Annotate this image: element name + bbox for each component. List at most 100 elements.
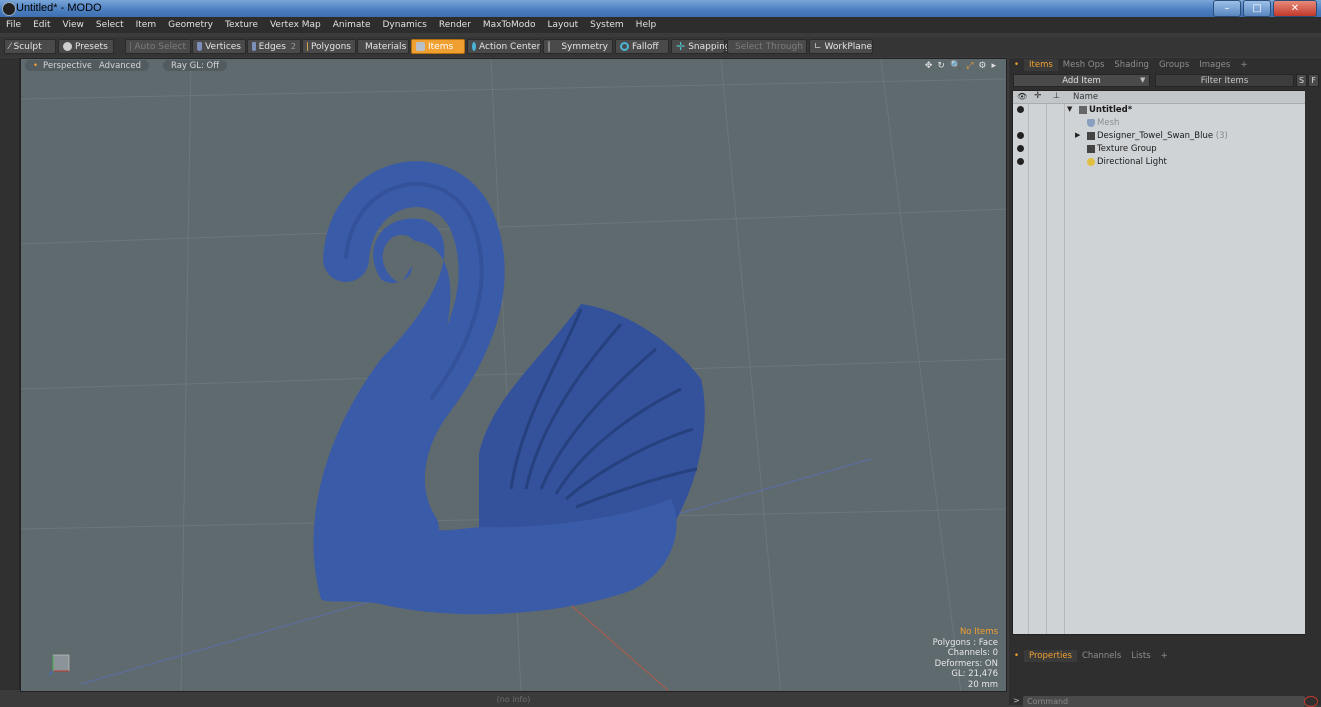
symmetry-button[interactable]: Symmetry: [543, 39, 613, 54]
menu-help[interactable]: Help: [630, 20, 663, 30]
expand-arrow-icon[interactable]: ▶: [1075, 131, 1080, 139]
menu-system[interactable]: System: [584, 20, 630, 30]
menu-geometry[interactable]: Geometry: [162, 20, 219, 30]
eye-icon[interactable]: [1017, 132, 1024, 139]
menu-layout[interactable]: Layout: [542, 20, 585, 30]
maximize-button[interactable]: □: [1243, 0, 1271, 17]
add-item-button[interactable]: Add Item: [1013, 74, 1150, 87]
tab-properties[interactable]: Properties: [1024, 650, 1077, 662]
viewport-nav-icons: ✥ ↻ 🔍 ⤢ ⚙ ▸: [925, 61, 996, 71]
tab-lists[interactable]: Lists: [1126, 650, 1155, 662]
tab-groups[interactable]: Groups: [1154, 59, 1194, 71]
menu-render[interactable]: Render: [433, 20, 477, 30]
edges-button[interactable]: Edges 2: [247, 39, 301, 54]
items-button[interactable]: Items: [411, 39, 465, 54]
pan-icon[interactable]: ✥: [925, 61, 933, 71]
rotate-icon[interactable]: ↻: [937, 61, 945, 71]
tree-row-untitled[interactable]: ▼ Untitled*: [1013, 104, 1307, 117]
close-button[interactable]: ✕: [1273, 0, 1317, 17]
eye-icon[interactable]: [1017, 158, 1024, 165]
menu-file[interactable]: File: [0, 20, 27, 30]
mesh-icon: [1087, 119, 1095, 127]
menu-maxtomodo[interactable]: MaxToModo: [477, 20, 542, 30]
item-panel-tabs: • Items Mesh Ops Shading Groups Images +: [1009, 59, 1321, 71]
presets-button[interactable]: Presets: [58, 39, 114, 54]
auto-select-button[interactable]: Auto Select: [125, 39, 191, 54]
menu-texture[interactable]: Texture: [219, 20, 264, 30]
tree-row-directional-light[interactable]: Directional Light: [1013, 156, 1307, 169]
materials-label: Materials: [365, 41, 407, 52]
tab-items[interactable]: Items: [1024, 59, 1058, 71]
s-button[interactable]: S: [1296, 74, 1307, 87]
visibility-eye-icon: 👁: [1017, 92, 1028, 101]
filter-items-input[interactable]: Filter Items: [1155, 74, 1294, 87]
chevron-down-icon[interactable]: ▼: [1140, 76, 1145, 84]
viewport-header: • Perspective Advanced Ray GL: Off ✥ ↻ 🔍…: [21, 59, 1006, 73]
sculpt-button[interactable]: ⁄ Sculpt: [4, 39, 56, 54]
tab-channels[interactable]: Channels: [1077, 650, 1126, 662]
panel-dot-icon: •: [1014, 60, 1020, 70]
wrench-icon: ⊥: [1053, 91, 1060, 100]
stat-scale: 20 mm: [967, 679, 998, 690]
menu-bar: File Edit View Select Item Geometry Text…: [0, 17, 1321, 33]
menu-view[interactable]: View: [57, 20, 90, 30]
eye-icon[interactable]: [1017, 145, 1024, 152]
panel-splitter[interactable]: [1305, 90, 1317, 635]
polygons-button[interactable]: Polygons: [302, 39, 356, 54]
materials-button[interactable]: Materials: [357, 39, 409, 54]
status-bar: (no info): [496, 695, 531, 704]
command-input[interactable]: Command: [1023, 696, 1305, 707]
advanced-tab[interactable]: Advanced: [91, 60, 149, 71]
command-history-button[interactable]: [1304, 696, 1318, 707]
workplane-button[interactable]: ∟ WorkPlane: [809, 39, 873, 54]
edges-label: Edges: [258, 41, 286, 52]
zoom-icon[interactable]: 🔍: [950, 61, 961, 71]
minimize-button[interactable]: –: [1213, 0, 1241, 17]
menu-select[interactable]: Select: [90, 20, 130, 30]
add-tab-button[interactable]: +: [1156, 650, 1173, 662]
menu-edit[interactable]: Edit: [27, 20, 56, 30]
perspective-tab[interactable]: • Perspective: [25, 60, 101, 71]
sculpt-label: Sculpt: [13, 41, 42, 52]
left-tool-strip[interactable]: [0, 58, 20, 690]
expand-arrow-icon[interactable]: ▼: [1067, 105, 1072, 113]
axis-gizmo-icon: [49, 654, 70, 676]
falloff-icon: [620, 42, 629, 51]
gear-icon[interactable]: ⚙: [978, 61, 986, 71]
workplane-label: WorkPlane: [824, 41, 873, 52]
select-through-button[interactable]: Select Through: [727, 39, 807, 54]
action-center-button[interactable]: Action Center: [467, 39, 541, 54]
tree-row-mesh[interactable]: Mesh: [1013, 117, 1307, 130]
tree-row-texture-group[interactable]: Texture Group: [1013, 143, 1307, 156]
fit-icon[interactable]: ⤢: [966, 61, 973, 71]
tree-label-directional-light: Directional Light: [1097, 157, 1167, 167]
column-name[interactable]: Name: [1073, 92, 1098, 102]
chevron-right-icon[interactable]: ▸: [991, 61, 996, 71]
item-tree: 👁 ✛ ⊥ Name ▼ Untitled* Mesh ▶ Designer_T…: [1012, 90, 1308, 635]
tree-scrollbar[interactable]: [1009, 635, 1305, 643]
menu-vertex-map[interactable]: Vertex Map: [264, 20, 327, 30]
falloff-button[interactable]: Falloff: [615, 39, 669, 54]
tree-row-designer-towel-swan[interactable]: ▶ Designer_Towel_Swan_Blue (3): [1013, 130, 1307, 143]
add-tab-button[interactable]: +: [1235, 59, 1252, 71]
designer-towel-swan-label: Designer_Towel_Swan_Blue: [1097, 131, 1214, 141]
raygl-tab[interactable]: Ray GL: Off: [163, 60, 228, 71]
viewport-scene: [21, 59, 1006, 691]
3d-viewport[interactable]: • Perspective Advanced Ray GL: Off ✥ ↻ 🔍…: [20, 58, 1007, 692]
eye-icon[interactable]: [1017, 106, 1024, 113]
vertices-button[interactable]: Vertices: [192, 39, 246, 54]
tab-images[interactable]: Images: [1194, 59, 1235, 71]
polygons-label: Polygons: [310, 41, 351, 52]
tab-shading[interactable]: Shading: [1109, 59, 1154, 71]
f-button[interactable]: F: [1308, 74, 1319, 87]
snapping-button[interactable]: ✛ Snapping: [671, 39, 731, 54]
menu-item[interactable]: Item: [130, 20, 163, 30]
menu-dynamics[interactable]: Dynamics: [376, 20, 432, 30]
menu-animate[interactable]: Animate: [327, 20, 377, 30]
child-count-badge: (3): [1215, 131, 1228, 141]
vertices-icon: [197, 42, 203, 51]
tab-mesh-ops[interactable]: Mesh Ops: [1058, 59, 1110, 71]
tree-label-untitled: Untitled*: [1089, 105, 1133, 115]
tree-label-designer-towel-swan: Designer_Towel_Swan_Blue (3): [1097, 131, 1228, 141]
stat-items: No Items: [959, 627, 998, 637]
